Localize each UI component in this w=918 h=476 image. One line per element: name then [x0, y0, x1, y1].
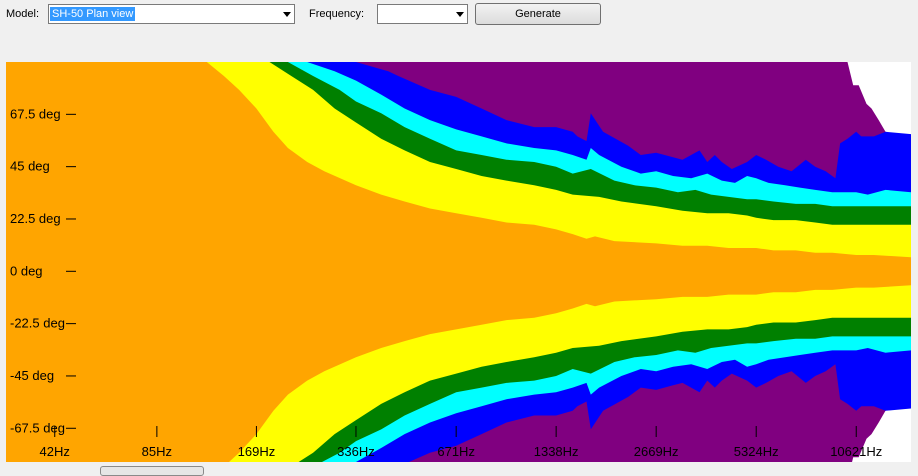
toolbar: Model: SH-50 Plan view Frequency: Genera…	[0, 0, 918, 32]
model-dropdown[interactable]: SH-50 Plan view	[48, 4, 295, 24]
frequency-dropdown[interactable]	[377, 4, 468, 24]
y-tick-label: 45 deg	[10, 159, 50, 174]
y-tick-label: -22.5 deg	[10, 316, 65, 331]
y-tick-label: -67.5 deg	[10, 420, 65, 435]
x-tick-label: 10621Hz	[830, 444, 882, 459]
y-tick-label: 22.5 deg	[10, 211, 61, 226]
x-tick-label: 5324Hz	[734, 444, 779, 459]
bottom-button[interactable]	[100, 466, 204, 476]
frequency-label: Frequency:	[309, 8, 365, 20]
polar-heatmap-plot: 67.5 deg 45 deg 22.5 deg 0 deg -22.5 deg -45 …	[6, 62, 911, 462]
y-tick-label: 0 deg	[10, 263, 43, 278]
y-tick-label: 67.5 deg	[10, 106, 61, 121]
x-tick-label: 671Hz	[437, 444, 475, 459]
model-dropdown-value: SH-50 Plan view	[50, 7, 136, 21]
x-tick-label: 169Hz	[238, 444, 276, 459]
x-tick-label: 2669Hz	[634, 444, 679, 459]
x-tick-label: 42Hz	[40, 444, 70, 459]
model-label: Model:	[6, 8, 40, 20]
x-tick-label: 1338Hz	[534, 444, 579, 459]
chevron-down-icon[interactable]	[456, 12, 464, 17]
y-tick-label: -45 deg	[10, 368, 54, 383]
generate-button[interactable]: Generate	[475, 3, 601, 25]
x-tick-label: 85Hz	[142, 444, 172, 459]
x-tick-label: 336Hz	[337, 444, 375, 459]
chevron-down-icon[interactable]	[283, 12, 291, 17]
